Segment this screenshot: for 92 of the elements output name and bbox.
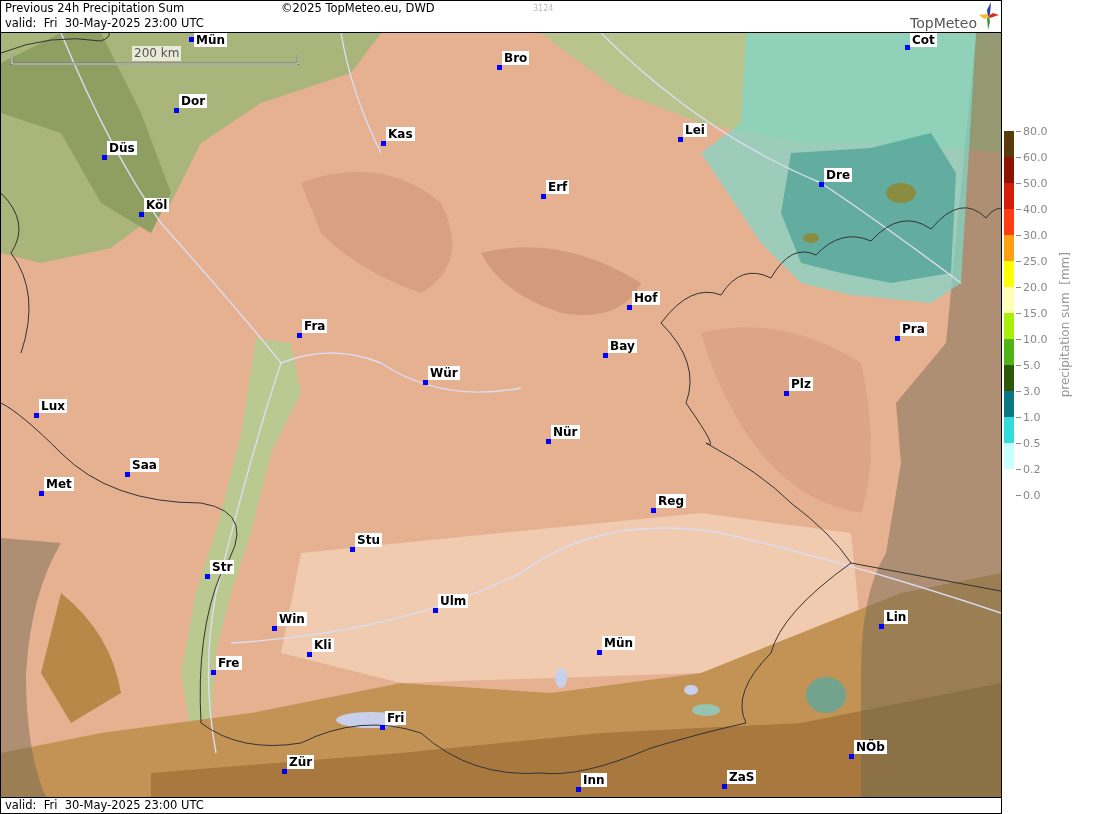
city-marker-icon bbox=[307, 652, 312, 657]
city-label: ZaS bbox=[727, 770, 757, 784]
city-label: Pra bbox=[900, 322, 927, 336]
city-label: Zür bbox=[287, 755, 315, 769]
product-number: 3124 bbox=[533, 3, 554, 15]
legend-label: 3.0 bbox=[1023, 384, 1041, 398]
city-marker-icon bbox=[546, 439, 551, 444]
city-label: Mün bbox=[602, 636, 636, 650]
city-marker-icon bbox=[576, 787, 581, 792]
city-marker-icon bbox=[497, 65, 502, 70]
city-marker-icon bbox=[678, 137, 683, 142]
city-marker-icon bbox=[139, 212, 144, 217]
valid-time: valid: Fri 30-May-2025 23:00 UTC bbox=[5, 799, 204, 812]
city-marker-icon bbox=[849, 754, 854, 759]
city-marker-icon bbox=[819, 182, 824, 187]
legend-label: 0.2 bbox=[1023, 462, 1041, 476]
legend-label: 15.0 bbox=[1023, 306, 1048, 320]
city-label: Dor bbox=[179, 94, 208, 108]
city-label: Erf bbox=[546, 180, 570, 194]
compass-star-icon bbox=[979, 2, 999, 30]
city-label: Stu bbox=[355, 533, 382, 547]
legend-label: 80.0 bbox=[1023, 124, 1048, 138]
city-label: Lin bbox=[884, 610, 909, 624]
city-label: Reg bbox=[656, 494, 686, 508]
city-marker-icon bbox=[174, 108, 179, 113]
city-marker-icon bbox=[879, 624, 884, 629]
legend-label: 0.0 bbox=[1023, 488, 1041, 502]
legend-label: 50.0 bbox=[1023, 176, 1048, 190]
city-label: Dre bbox=[824, 168, 853, 182]
legend-title: precipitation sum [mm] bbox=[1058, 252, 1072, 398]
city-marker-icon bbox=[541, 194, 546, 199]
city-marker-icon bbox=[34, 413, 39, 418]
city-marker-icon bbox=[282, 769, 287, 774]
city-label: Plz bbox=[789, 377, 813, 391]
legend-label: 5.0 bbox=[1023, 358, 1041, 372]
city-marker-icon bbox=[380, 725, 385, 730]
city-label: Fri bbox=[385, 711, 407, 725]
city-label: NÖb bbox=[854, 740, 887, 754]
city-marker-icon bbox=[39, 491, 44, 496]
city-label: Cot bbox=[910, 33, 937, 47]
city-label: Lei bbox=[683, 123, 707, 137]
logo-text: TopMeteo bbox=[910, 15, 977, 31]
city-marker-icon bbox=[784, 391, 789, 396]
city-marker-icon bbox=[189, 37, 194, 42]
city-marker-icon bbox=[272, 626, 277, 631]
copyright-text: ©2025 TopMeteo.eu, DWD bbox=[281, 1, 436, 16]
city-label: Inn bbox=[581, 773, 607, 787]
city-marker-icon bbox=[603, 353, 608, 358]
city-marker-icon bbox=[597, 650, 602, 655]
city-label: Wür bbox=[428, 366, 460, 380]
city-label: Bro bbox=[502, 51, 530, 65]
city-marker-icon bbox=[651, 508, 656, 513]
city-marker-icon bbox=[895, 336, 900, 341]
legend-label: 40.0 bbox=[1023, 202, 1048, 216]
city-label: Hof bbox=[632, 291, 660, 305]
city-label: Düs bbox=[107, 141, 137, 155]
city-marker-icon bbox=[211, 670, 216, 675]
legend-label: 25.0 bbox=[1023, 254, 1048, 268]
city-marker-icon bbox=[350, 547, 355, 552]
legend-label: 20.0 bbox=[1023, 280, 1048, 294]
legend-label: 0.5 bbox=[1023, 436, 1041, 450]
legend-label: 10.0 bbox=[1023, 332, 1048, 346]
city-marker-icon bbox=[102, 155, 107, 160]
city-label: Win bbox=[277, 612, 307, 626]
city-label: Kas bbox=[386, 127, 415, 141]
city-label: Lux bbox=[39, 399, 67, 413]
city-label: Köl bbox=[144, 198, 170, 212]
legend-label: 60.0 bbox=[1023, 150, 1048, 164]
city-marker-icon bbox=[627, 305, 632, 310]
city-marker-icon bbox=[905, 45, 910, 50]
city-marker-icon bbox=[381, 141, 386, 146]
scale-label: 200 km bbox=[132, 46, 182, 61]
city-label: Mün bbox=[194, 33, 228, 47]
city-label: Ulm bbox=[438, 594, 469, 608]
city-marker-icon bbox=[125, 472, 130, 477]
valid-time: valid: Fri 30-May-2025 23:00 UTC bbox=[5, 16, 205, 31]
city-label: Fra bbox=[302, 319, 328, 333]
city-marker-icon bbox=[423, 380, 428, 385]
city-marker-icon bbox=[433, 608, 438, 613]
city-label: Str bbox=[210, 560, 235, 574]
city-label: Bay bbox=[608, 339, 637, 353]
city-marker-icon bbox=[205, 574, 210, 579]
city-marker-icon bbox=[297, 333, 302, 338]
city-marker-icon bbox=[722, 784, 727, 789]
legend-label: 1.0 bbox=[1023, 410, 1041, 424]
city-label: Fre bbox=[216, 656, 242, 670]
map-title: Previous 24h Precipitation Sum bbox=[5, 1, 186, 16]
city-label: Kli bbox=[312, 638, 334, 652]
city-label: Nür bbox=[551, 425, 580, 439]
city-label: Saa bbox=[130, 458, 159, 472]
city-label: Met bbox=[44, 477, 74, 491]
legend-label: 30.0 bbox=[1023, 228, 1048, 242]
